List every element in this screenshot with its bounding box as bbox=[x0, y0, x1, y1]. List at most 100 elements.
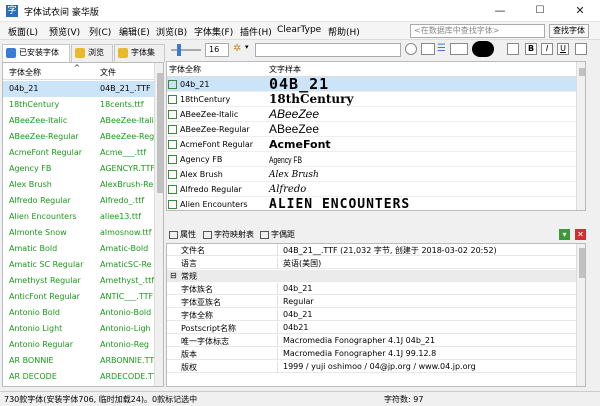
bold-button[interactable]: B bbox=[525, 43, 537, 55]
list-item[interactable]: ABeeZee-Italic ABeeZee-Itali bbox=[3, 113, 155, 129]
list-item[interactable]: Alien Encounters aliee13.ttf bbox=[3, 209, 155, 225]
menu-item-columns[interactable]: 列(C) bbox=[89, 25, 111, 38]
column-header-file[interactable]: 文件 bbox=[100, 67, 116, 78]
menu-item-cleartype[interactable]: ClearType bbox=[277, 25, 321, 35]
tab-kerning[interactable]: 字偶距 bbox=[259, 228, 295, 242]
list-item[interactable]: Alfredo Regular Alfredo_.ttf bbox=[3, 193, 155, 209]
menu-item-fontsets[interactable]: 字体集(F) bbox=[194, 25, 233, 38]
list-item[interactable]: ABeeZee-Regular ABeeZee-Reg bbox=[3, 129, 155, 145]
gear-icon[interactable]: ✲ bbox=[233, 43, 241, 54]
property-row[interactable]: 版本 Macromedia Fonographer 4.1J 99.12.8 bbox=[167, 348, 577, 360]
list-item[interactable]: Alex Brush AlexBrush-Re bbox=[3, 177, 155, 193]
more-options-button[interactable] bbox=[575, 43, 587, 55]
menu-item-preview[interactable]: 预览(V) bbox=[49, 25, 80, 38]
preview-row[interactable]: Alfredo Regular Alfredo bbox=[167, 182, 577, 197]
list-item[interactable]: AR DECODE ARDECODE.TTF bbox=[3, 369, 155, 385]
tab-fontsets[interactable]: 字体集 bbox=[114, 44, 165, 62]
scrollbar-thumb[interactable] bbox=[579, 248, 585, 278]
preview-row[interactable]: Agency FB Agency FB bbox=[167, 152, 577, 167]
scrollbar-thumb[interactable] bbox=[157, 73, 163, 193]
list-item[interactable]: AnticFont Regular ANTIC___.TTF bbox=[3, 289, 155, 305]
menu-item-help[interactable]: 帮助(H) bbox=[328, 25, 360, 38]
property-row[interactable]: 版权 1999 / yuji oshimoo / 04@jp.org / www.… bbox=[167, 361, 577, 373]
preview-scrollbar[interactable] bbox=[576, 62, 585, 210]
list-item[interactable]: Amethyst Regular Amethyst_.ttf bbox=[3, 273, 155, 289]
tab-properties[interactable]: 属性 bbox=[168, 228, 196, 242]
font-size-select[interactable]: 16 bbox=[205, 43, 229, 57]
preview-row[interactable]: 18thCentury 18thCentury bbox=[167, 92, 577, 107]
list-item[interactable]: AR DESTINEARDESTINE.TT bbox=[3, 385, 155, 386]
background-color-button[interactable] bbox=[450, 43, 468, 55]
list-item[interactable]: 18thCentury 18cents.ttf bbox=[3, 97, 155, 113]
tab-installed-fonts[interactable]: 已安装字体 bbox=[2, 44, 70, 63]
menu-item-edit[interactable]: 编辑(E) bbox=[119, 25, 150, 38]
italic-button[interactable]: I bbox=[541, 43, 553, 55]
size-slider[interactable] bbox=[171, 42, 201, 58]
cloud-icon[interactable] bbox=[472, 41, 494, 57]
download-icon[interactable]: ▾ bbox=[559, 229, 570, 240]
list-item[interactable]: Antonio Regular Antonio-Reg bbox=[3, 337, 155, 353]
preview-row[interactable]: Alien Encounters ALIEN ENCOUNTERS bbox=[167, 197, 577, 210]
preview-row[interactable]: ABeeZee-Regular ABeeZee bbox=[167, 122, 577, 137]
row-checkbox[interactable] bbox=[168, 125, 177, 134]
list-item[interactable]: Agency FB AGENCYR.TTF bbox=[3, 161, 155, 177]
row-checkbox[interactable] bbox=[168, 95, 177, 104]
property-row[interactable]: 语言 英语(美国) bbox=[167, 257, 577, 269]
collapse-icon[interactable]: ⊟ bbox=[170, 271, 177, 280]
underline-button[interactable]: U bbox=[557, 43, 569, 55]
minimize-button[interactable]: — bbox=[480, 0, 520, 22]
tab-character-map[interactable]: 字符映射表 bbox=[202, 228, 254, 242]
font-search-input[interactable]: <在数据库中查找字体> bbox=[410, 24, 545, 38]
property-row[interactable]: 字体全称 04b_21 bbox=[167, 309, 577, 321]
properties-scrollbar[interactable] bbox=[576, 244, 585, 386]
installed-font-list[interactable]: 字体全称 ^ 文件 04b_21 04B_21_.TTF 18thCentury 18… bbox=[2, 62, 164, 387]
list-item[interactable]: AcmeFont Regular Acme___.ttf bbox=[3, 145, 155, 161]
column-header-fullname[interactable]: 字体全称 bbox=[169, 64, 201, 75]
property-row[interactable]: 唯一字体标志 Macromedia Fonographer 4.1J 04b_21 bbox=[167, 335, 577, 347]
row-checkbox[interactable] bbox=[168, 110, 177, 119]
preview-row[interactable]: 04b_21 04B_21 bbox=[167, 75, 577, 93]
list-view-icon[interactable]: ☰ bbox=[437, 43, 446, 54]
list-item[interactable]: Antonio Light Antonio-Ligh bbox=[3, 321, 155, 337]
foreground-color-button[interactable] bbox=[421, 43, 435, 55]
sample-text-input[interactable] bbox=[255, 43, 401, 57]
list-item[interactable]: Almonte Snow almosnow.ttf bbox=[3, 225, 155, 241]
row-checkbox[interactable] bbox=[168, 155, 177, 164]
property-row[interactable]: 字体族名 04b_21 bbox=[167, 283, 577, 295]
menu-item-browse[interactable]: 浏览(B) bbox=[156, 25, 187, 38]
preview-row[interactable]: ABeeZee-Italic ABeeZee bbox=[167, 107, 577, 122]
find-font-button[interactable]: 查找字体 bbox=[549, 24, 589, 38]
property-row[interactable]: 文件名 04B_21__.TTF (21,032 字节, 创建于 2018-03-… bbox=[167, 244, 577, 256]
close-icon[interactable]: ✕ bbox=[575, 229, 586, 240]
left-list-scrollbar[interactable] bbox=[154, 63, 163, 386]
row-checkbox[interactable] bbox=[168, 200, 177, 209]
tab-browse[interactable]: 浏览 bbox=[71, 44, 113, 62]
column-header-sample[interactable]: 文字样本 bbox=[269, 64, 301, 75]
row-checkbox[interactable] bbox=[168, 185, 177, 194]
row-checkbox[interactable] bbox=[168, 80, 177, 89]
list-item[interactable]: Amatic SC Regular AmaticSC-Re bbox=[3, 257, 155, 273]
property-group[interactable]: ⊟ 常规 bbox=[167, 270, 577, 282]
menu-item-panel[interactable]: 板面(L) bbox=[8, 25, 38, 38]
menu-item-plugins[interactable]: 插件(H) bbox=[240, 25, 272, 38]
close-button[interactable]: ✕ bbox=[560, 0, 600, 22]
row-checkbox[interactable] bbox=[168, 140, 177, 149]
row-checkbox[interactable] bbox=[168, 170, 177, 179]
font-preview-grid[interactable]: 字体全称 文字样本 04b_21 04B_21 18thCentury 18thCen… bbox=[166, 61, 586, 211]
list-item[interactable]: 04b_21 04B_21_.TTF bbox=[3, 81, 155, 97]
list-item[interactable]: Amatic Bold Amatic-Bold bbox=[3, 241, 155, 257]
preview-row[interactable]: Alex Brush Alex Brush bbox=[167, 167, 577, 182]
column-header-fullname[interactable]: 字体全称 bbox=[9, 67, 41, 78]
scrollbar-thumb[interactable] bbox=[579, 68, 585, 76]
preview-row[interactable]: AcmeFont Regular AcmeFont bbox=[167, 137, 577, 152]
property-row[interactable]: 字体亚族名 Regular bbox=[167, 296, 577, 308]
chevron-down-icon[interactable]: ▾ bbox=[245, 43, 249, 51]
left-panel-tabs: 已安装字体 浏览 字体集 bbox=[2, 44, 165, 63]
color-wheel-icon[interactable] bbox=[405, 43, 417, 55]
align-button[interactable] bbox=[507, 43, 519, 55]
list-item[interactable]: Antonio Bold Antonio-Bold bbox=[3, 305, 155, 321]
list-item[interactable]: AR BONNIE ARBONNIE.TTF bbox=[3, 353, 155, 369]
maximize-button[interactable]: ☐ bbox=[520, 0, 560, 22]
property-row[interactable]: Postscript名称 04b21 bbox=[167, 322, 577, 334]
properties-panel[interactable]: 文件名 04B_21__.TTF (21,032 字节, 创建于 2018-03-… bbox=[166, 243, 586, 387]
